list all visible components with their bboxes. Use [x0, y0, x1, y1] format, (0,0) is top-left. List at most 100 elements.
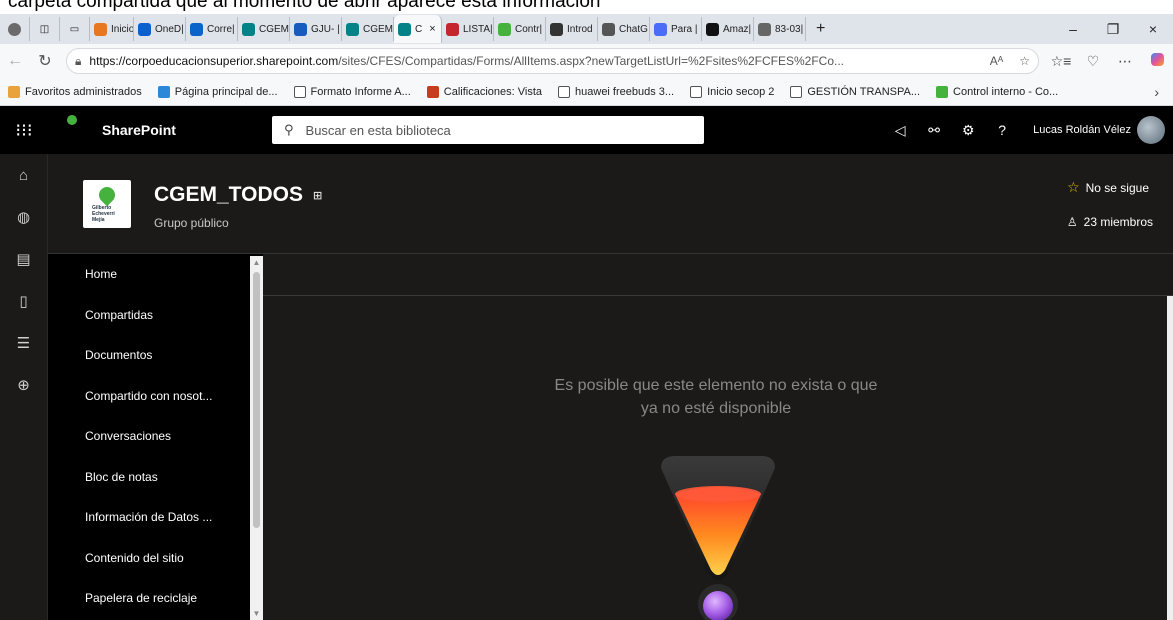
- nav-scroll-thumb[interactable]: [253, 272, 260, 528]
- browser-tab[interactable]: CGEM: [342, 17, 394, 41]
- nav-scrollbar[interactable]: ▲ ▼: [250, 256, 263, 620]
- nav-item[interactable]: Home: [48, 254, 263, 295]
- refresh-icon[interactable]: ↻: [30, 51, 60, 71]
- favorite-label: Inicio secop 2: [707, 85, 775, 98]
- scroll-up-icon[interactable]: ▲: [250, 258, 263, 267]
- search-box[interactable]: ⚲ Buscar en esta biblioteca: [272, 116, 704, 144]
- site-title-text: CGEM_TODOS: [154, 183, 303, 206]
- browser-tab[interactable]: CGEM: [238, 17, 290, 41]
- scroll-down-icon[interactable]: ▼: [250, 609, 263, 618]
- favorite-label: Calificaciones: Vista: [443, 85, 543, 98]
- browser-tab[interactable]: Para |: [650, 17, 702, 41]
- app-name[interactable]: SharePoint: [102, 122, 272, 138]
- browser-tab[interactable]: 83-03|: [754, 17, 806, 41]
- site-logo[interactable]: Gilberto Echeverri Mejía: [83, 180, 131, 228]
- sharepoint-suite-bar: ⁝⁝⁝ SharePoint ⚲ Buscar en esta bibliote…: [0, 106, 1173, 154]
- url-input[interactable]: 🔒︎ https://corpoeducacionsuperior.sharep…: [66, 48, 1039, 74]
- copilot-icon[interactable]: [1141, 53, 1173, 69]
- tab-label: Para |: [671, 23, 698, 35]
- tab-favicon-icon: [190, 22, 203, 36]
- browser-tab[interactable]: OneD|: [134, 17, 186, 41]
- close-tab-icon[interactable]: ×: [429, 23, 435, 35]
- gear-icon[interactable]: ⚙: [951, 122, 985, 139]
- nav-item[interactable]: Conversaciones: [48, 416, 263, 457]
- follow-button[interactable]: ☆ No se sigue: [1067, 179, 1149, 196]
- back-icon[interactable]: ←: [0, 52, 30, 70]
- tab-label: 83-03|: [775, 23, 804, 35]
- browser-tab[interactable]: LISTA|: [442, 17, 494, 41]
- favorite-label: GESTIÓN TRANSPA...: [807, 85, 921, 98]
- org-logo[interactable]: [60, 113, 84, 147]
- favorites-more-icon[interactable]: ›: [1154, 84, 1159, 100]
- favorite-item[interactable]: GESTIÓN TRANSPA...: [790, 85, 921, 98]
- home-icon[interactable]: ⌂: [0, 154, 47, 196]
- tab-label: OneD|: [155, 23, 184, 35]
- more-menu-icon[interactable]: ⋯: [1109, 53, 1141, 70]
- minimize-button[interactable]: –: [1053, 21, 1093, 38]
- nav-item[interactable]: Contenido del sitio: [48, 538, 263, 579]
- tab-active[interactable]: C ×: [394, 15, 442, 43]
- caption-text: carpeta compartida que al momento de abr…: [8, 0, 601, 12]
- megaphone-icon[interactable]: ◁: [883, 122, 917, 139]
- nav-item[interactable]: Bloc de notas: [48, 457, 263, 498]
- workspaces-icon[interactable]: ◫: [30, 17, 60, 41]
- browser-tab[interactable]: Amaz|: [702, 17, 754, 41]
- page-icon: [690, 85, 703, 98]
- restore-button[interactable]: ❐: [1093, 21, 1133, 38]
- list-icon[interactable]: ☰: [0, 322, 47, 364]
- nav-item[interactable]: Compartidas: [48, 295, 263, 336]
- favorite-label: Control interno - Co...: [953, 85, 1059, 98]
- avatar[interactable]: [1137, 116, 1165, 144]
- content-scrollbar[interactable]: [1167, 296, 1173, 620]
- browser-tab[interactable]: Contr|: [494, 17, 546, 41]
- browser-tab[interactable]: Inicio |: [90, 17, 134, 41]
- app-launcher-icon[interactable]: ⁝⁝⁝: [0, 120, 48, 141]
- favorite-item[interactable]: Favoritos administrados: [8, 85, 142, 98]
- help-icon[interactable]: ?: [985, 122, 1019, 138]
- tab-favicon-icon: [654, 22, 667, 36]
- news-icon[interactable]: ▤: [0, 238, 47, 280]
- site-navigation: Home Compartidas Documentos Compartido con …: [48, 254, 263, 620]
- favorite-item[interactable]: Calificaciones: Vista: [426, 85, 543, 98]
- favorite-item[interactable]: Inicio secop 2: [690, 85, 775, 98]
- close-window-button[interactable]: ×: [1133, 21, 1173, 38]
- page-icon: [293, 85, 306, 98]
- command-bar: [263, 254, 1173, 296]
- tab-label: ChatG: [619, 23, 648, 35]
- favorite-item[interactable]: huawei freebuds 3...: [558, 85, 675, 98]
- members-label: 23 miembros: [1083, 215, 1153, 229]
- favorite-item[interactable]: Control interno - Co...: [936, 85, 1059, 98]
- profile-icon[interactable]: [0, 17, 30, 41]
- browser-tab[interactable]: Introd: [546, 17, 598, 41]
- nav-item[interactable]: Información de Datos ...: [48, 497, 263, 538]
- tab-label: LISTA|: [463, 23, 493, 35]
- teams-icon[interactable]: ⊞: [313, 189, 322, 202]
- browser-tab[interactable]: GJU- |: [290, 17, 342, 41]
- file-icon[interactable]: ▯: [0, 280, 47, 322]
- tab-actions-icon[interactable]: ▭: [60, 17, 90, 41]
- members-button[interactable]: ♙ 23 miembros: [1067, 215, 1153, 229]
- page-icon: [558, 85, 571, 98]
- globe-icon[interactable]: ◍: [0, 196, 47, 238]
- share-network-icon[interactable]: ⚯: [917, 122, 951, 139]
- nav-item[interactable]: Papelera de reciclaje: [48, 578, 263, 619]
- favorite-label: huawei freebuds 3...: [575, 85, 675, 98]
- site-logo-text: Gilberto Echeverri Mejía: [92, 205, 115, 223]
- browser-essentials-icon[interactable]: ♡: [1077, 53, 1109, 70]
- nav-item[interactable]: Documentos: [48, 335, 263, 376]
- read-aloud-icon[interactable]: Aᴬ: [990, 54, 1003, 68]
- site-title[interactable]: CGEM_TODOS ⊞: [154, 183, 322, 207]
- new-tab-button[interactable]: +: [806, 17, 835, 41]
- search-icon: ⚲: [284, 122, 294, 137]
- add-icon[interactable]: ⊕: [0, 364, 47, 406]
- favorites-list: Favoritos administrados Página principal …: [8, 85, 1074, 98]
- favorite-item[interactable]: Página principal de...: [157, 85, 278, 98]
- favorite-icon: [936, 85, 949, 98]
- favorite-star-icon[interactable]: ☆: [1019, 54, 1030, 68]
- nav-item[interactable]: Compartido con nosot...: [48, 376, 263, 417]
- browser-tab[interactable]: ChatG: [598, 17, 650, 41]
- favorites-icon[interactable]: ☆≡: [1045, 53, 1077, 70]
- user-name[interactable]: Lucas Roldán Vélez: [1033, 124, 1131, 136]
- browser-tab[interactable]: Corre|: [186, 17, 238, 41]
- favorite-item[interactable]: Formato Informe A...: [293, 85, 411, 98]
